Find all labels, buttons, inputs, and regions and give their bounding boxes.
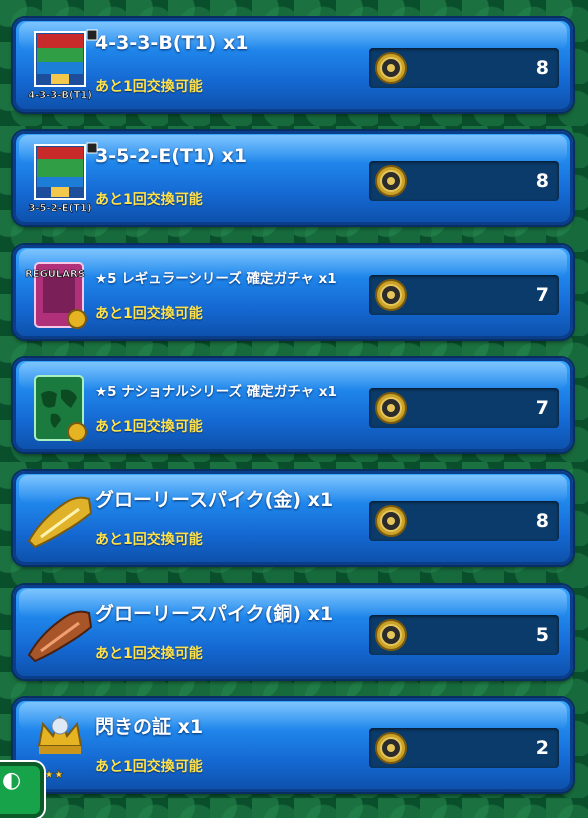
side-menu-button[interactable]: ◐ (0, 762, 44, 818)
medal-coin-icon (375, 505, 407, 537)
cost-box: 7 (369, 388, 559, 428)
cost-box: 5 (369, 615, 559, 655)
cost-box: 8 (369, 48, 559, 88)
exchange-item[interactable]: ★★★ 閃きの証 x1 あと1回交換可能 2 (13, 698, 573, 792)
exchange-item[interactable]: 3-5-2-E(T1) 3-5-2-E(T1) x1 あと1回交換可能 8 (13, 131, 573, 225)
cost-box: 2 (369, 728, 559, 768)
cost-value: 7 (535, 284, 549, 306)
exchange-item[interactable]: 4-3-3-B(T1) 4-3-3-B(T1) x1 あと1回交換可能 8 (13, 18, 573, 112)
medal-coin-icon (375, 165, 407, 197)
side-button-icon: ◐ (2, 768, 22, 793)
exchange-item[interactable]: グローリースパイク(金) x1 あと1回交換可能 8 (13, 471, 573, 565)
formation-badge: 3-5-2-E(T1) (28, 203, 91, 214)
cost-value: 7 (535, 397, 549, 419)
remaining-count: あと1回交換可能 (95, 419, 203, 435)
item-name: グローリースパイク(金) x1 (95, 489, 334, 511)
cost-value: 5 (535, 624, 549, 646)
cost-box: 8 (369, 501, 559, 541)
exchange-item[interactable]: グローリースパイク(銅) x1 あと1回交換可能 5 (13, 585, 573, 679)
national-gacha-icon (34, 375, 87, 442)
cost-value: 8 (535, 57, 549, 79)
gold-spike-icon (27, 496, 93, 549)
formation-icon: 4-3-3-B(T1) (28, 29, 98, 101)
item-name: 閃きの証 x1 (95, 716, 204, 738)
medal-coin-icon (375, 392, 407, 424)
remaining-count: あと1回交換可能 (95, 532, 203, 548)
item-name: グローリースパイク(銅) x1 (95, 603, 334, 625)
exchange-item[interactable]: REGULARS ★5 レギュラーシリーズ 確定ガチャ x1 あと1回交換可能 … (13, 245, 573, 339)
formation-icon: 3-5-2-E(T1) (28, 142, 98, 214)
regulars-gacha-icon: REGULARS (25, 262, 87, 329)
remaining-count: あと1回交換可能 (95, 306, 203, 322)
remaining-count: あと1回交換可能 (95, 646, 203, 662)
medal-coin-icon (375, 732, 407, 764)
cost-value: 8 (535, 170, 549, 192)
formation-badge: 4-3-3-B(T1) (28, 90, 92, 101)
item-name: 4-3-3-B(T1) x1 (95, 32, 249, 54)
remaining-count: あと1回交換可能 (95, 759, 203, 775)
item-name: ★5 ナショナルシリーズ 確定ガチャ x1 (95, 384, 337, 400)
exchange-item[interactable]: ★5 ナショナルシリーズ 確定ガチャ x1 あと1回交換可能 7 (13, 358, 573, 452)
medal-coin-icon (375, 279, 407, 311)
medal-coin-icon (375, 52, 407, 84)
remaining-count: あと1回交換可能 (95, 79, 203, 95)
item-name: 3-5-2-E(T1) x1 (95, 145, 247, 167)
regulars-label: REGULARS (25, 269, 85, 280)
item-name: ★5 レギュラーシリーズ 確定ガチャ x1 (95, 271, 337, 287)
cost-box: 8 (369, 161, 559, 201)
cost-value: 8 (535, 510, 549, 532)
medal-coin-icon (375, 619, 407, 651)
cost-box: 7 (369, 275, 559, 315)
bronze-spike-icon (27, 610, 93, 663)
remaining-count: あと1回交換可能 (95, 192, 203, 208)
cost-value: 2 (535, 737, 549, 759)
